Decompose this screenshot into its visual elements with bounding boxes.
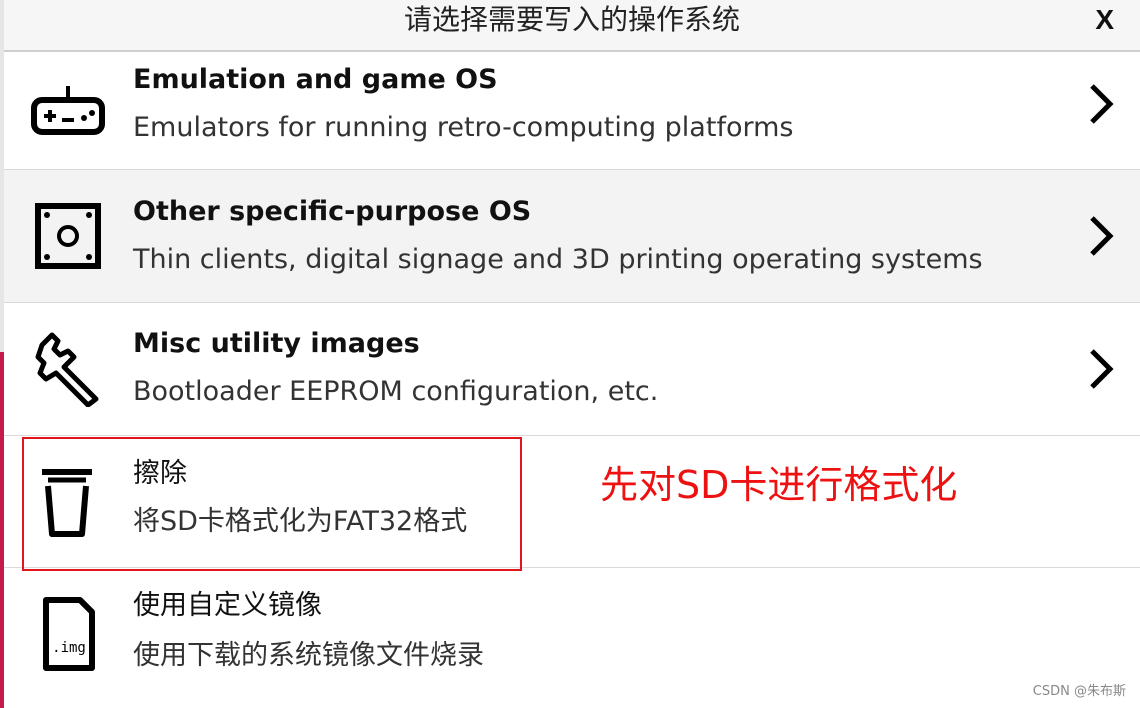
item-description: 使用下载的系统镜像文件烧录 — [133, 640, 484, 671]
erase-highlight-box — [22, 437, 522, 571]
item-title: Misc utility images — [133, 328, 420, 359]
close-button[interactable]: X — [1095, 4, 1114, 36]
watermark: CSDN @朱布斯 — [1032, 684, 1126, 699]
item-title: 使用自定义镜像 — [133, 590, 322, 621]
chevron-right-icon[interactable] — [1086, 347, 1116, 391]
chevron-right-icon[interactable] — [1086, 82, 1116, 126]
img-file-icon: .img — [43, 597, 95, 671]
svg-text:.img: .img — [52, 640, 86, 656]
dialog-titlebar: 请选择需要写入的操作系统 X — [4, 0, 1140, 52]
annotation-text: 先对SD卡进行格式化 — [600, 463, 958, 507]
item-title: Emulation and game OS — [133, 64, 498, 95]
item-description: Bootloader EEPROM configuration, etc. — [133, 376, 659, 407]
chevron-right-icon[interactable] — [1086, 214, 1116, 258]
item-description: Thin clients, digital signage and 3D pri… — [133, 244, 983, 275]
dialog-title: 请选择需要写入的操作系统 — [403, 3, 740, 36]
item-description: Emulators for running retro-computing pl… — [133, 112, 794, 143]
item-title: Other specific-purpose OS — [133, 196, 532, 227]
os-item-custom-image[interactable]: .img 使用自定义镜像 使用下载的系统镜像文件烧录 — [4, 568, 1140, 708]
os-item-emulation[interactable]: Emulation and game OS Emulators for runn… — [4, 52, 1140, 170]
os-item-misc-utility[interactable]: Misc utility images Bootloader EEPROM co… — [4, 303, 1140, 436]
wrench-icon — [35, 332, 99, 407]
square-device-icon — [35, 203, 101, 269]
gamepad-icon — [31, 86, 105, 135]
os-item-specific-purpose[interactable]: Other specific-purpose OS Thin clients, … — [4, 170, 1140, 303]
